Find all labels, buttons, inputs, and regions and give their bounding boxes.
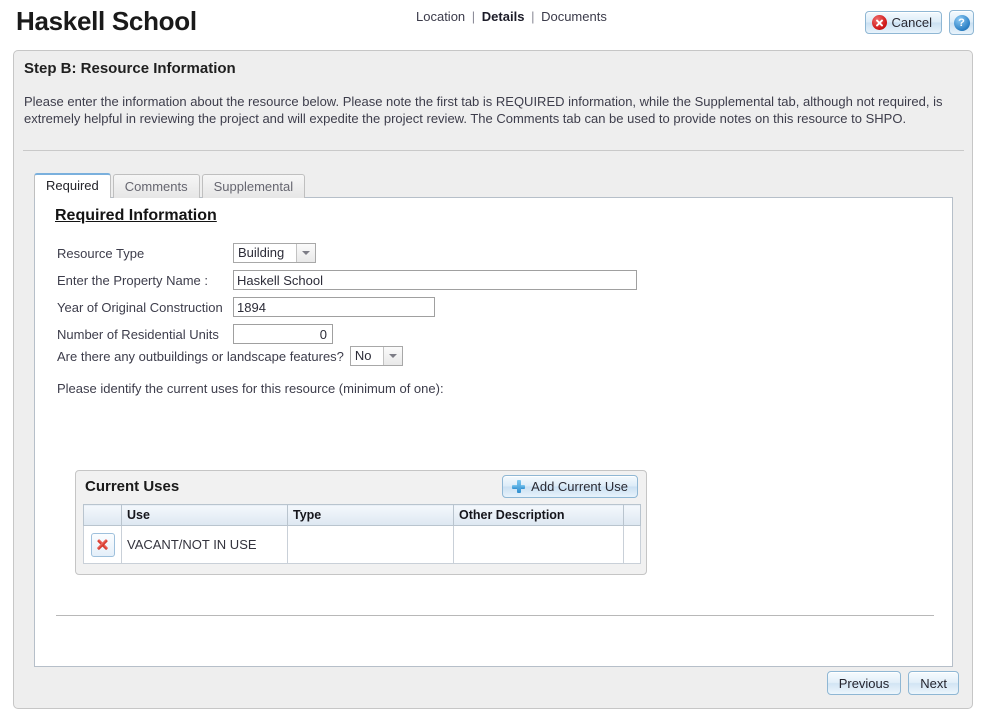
- cancel-icon: [872, 15, 887, 30]
- breadcrumb-item-location[interactable]: Location: [416, 9, 465, 24]
- top-bar: Haskell School Location | Details | Docu…: [0, 0, 987, 44]
- row-actions-cell: [84, 526, 122, 564]
- step-panel: Step B: Resource Information Please ente…: [13, 50, 973, 709]
- column-header-actions: [84, 505, 122, 526]
- chevron-down-icon[interactable]: [296, 244, 315, 262]
- page-title: Haskell School: [16, 6, 197, 37]
- column-header-spacer: [624, 505, 641, 526]
- tab-required[interactable]: Required: [34, 173, 111, 198]
- outbuildings-value: No: [351, 347, 383, 365]
- previous-button[interactable]: Previous: [827, 671, 902, 695]
- year-built-label: Year of Original Construction: [43, 300, 233, 315]
- plus-icon: [512, 480, 525, 493]
- property-name-label: Enter the Property Name :: [43, 273, 233, 288]
- next-button[interactable]: Next: [908, 671, 959, 695]
- field-row-residential-units: Number of Residential Units: [43, 321, 637, 347]
- chevron-down-icon[interactable]: [383, 347, 402, 365]
- content-divider: [56, 615, 934, 616]
- field-row-resource-type: Resource Type Building: [43, 240, 637, 266]
- residential-units-input[interactable]: [233, 324, 333, 344]
- add-current-use-label: Add Current Use: [531, 479, 628, 494]
- cell-use: VACANT/NOT IN USE: [122, 526, 288, 564]
- breadcrumb-item-documents[interactable]: Documents: [541, 9, 607, 24]
- property-name-input[interactable]: [233, 270, 637, 290]
- wizard-navigation: Previous Next: [827, 671, 959, 695]
- table-header-row: Use Type Other Description: [84, 505, 641, 526]
- delete-icon: [96, 538, 109, 551]
- column-header-type[interactable]: Type: [288, 505, 454, 526]
- cancel-button[interactable]: Cancel: [865, 11, 942, 34]
- step-title: Step B: Resource Information: [24, 60, 236, 77]
- form-fields: Resource Type Building Enter the Propert…: [43, 240, 637, 348]
- current-uses-title: Current Uses: [85, 478, 179, 495]
- resource-type-value: Building: [234, 244, 296, 262]
- outbuildings-select[interactable]: No: [350, 346, 403, 366]
- cell-spacer: [624, 526, 641, 564]
- table-row[interactable]: VACANT/NOT IN USE: [84, 526, 641, 564]
- section-heading: Required Information: [55, 207, 217, 225]
- divider: [23, 150, 964, 151]
- cell-type: [288, 526, 454, 564]
- current-uses-group: Current Uses Add Current Use Use Type Ot…: [75, 470, 647, 575]
- current-uses-table: Use Type Other Description VACANT/NOT: [83, 504, 641, 564]
- tab-comments[interactable]: Comments: [113, 174, 200, 198]
- delete-row-button[interactable]: [91, 533, 115, 557]
- field-row-property-name: Enter the Property Name :: [43, 267, 637, 293]
- breadcrumb-item-details[interactable]: Details: [482, 9, 525, 24]
- cancel-button-label: Cancel: [892, 15, 932, 30]
- header-actions: Cancel ?: [865, 10, 974, 35]
- tab-supplemental[interactable]: Supplemental: [202, 174, 306, 198]
- current-uses-prompt: Please identify the current uses for thi…: [57, 381, 444, 396]
- help-button[interactable]: ?: [949, 10, 974, 35]
- tab-panel-required: Required Information Resource Type Build…: [34, 197, 953, 667]
- help-icon: ?: [954, 15, 970, 31]
- residential-units-label: Number of Residential Units: [43, 327, 233, 342]
- add-current-use-button[interactable]: Add Current Use: [502, 475, 638, 498]
- column-header-use[interactable]: Use: [122, 505, 288, 526]
- breadcrumb: Location | Details | Documents: [416, 9, 607, 24]
- year-built-input[interactable]: [233, 297, 435, 317]
- field-row-year-built: Year of Original Construction: [43, 294, 637, 320]
- step-description: Please enter the information about the r…: [24, 93, 962, 127]
- resource-type-select[interactable]: Building: [233, 243, 316, 263]
- column-header-other-description[interactable]: Other Description: [454, 505, 624, 526]
- breadcrumb-separator: |: [531, 9, 534, 24]
- outbuildings-question-row: Are there any outbuildings or landscape …: [57, 346, 403, 366]
- tab-list: Required Comments Supplemental: [34, 173, 307, 198]
- outbuildings-label: Are there any outbuildings or landscape …: [57, 349, 344, 364]
- resource-type-label: Resource Type: [43, 246, 233, 261]
- breadcrumb-separator: |: [472, 9, 475, 24]
- cell-other-description: [454, 526, 624, 564]
